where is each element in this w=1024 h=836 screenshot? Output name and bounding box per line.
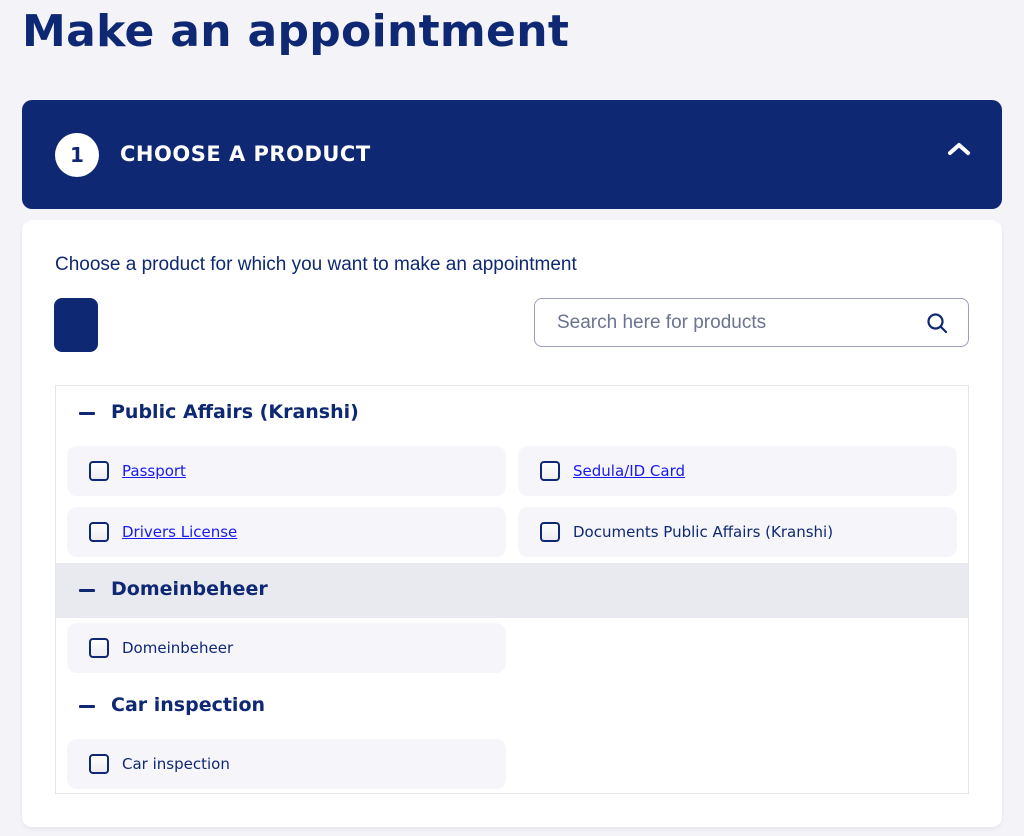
product-panel: Choose a product for which you want to m…: [22, 220, 1002, 827]
minus-icon: [79, 589, 95, 592]
product-item-documents-public-affairs[interactable]: Documents Public Affairs (Kranshi): [518, 507, 957, 557]
search-input[interactable]: [535, 299, 905, 346]
group-title: Car inspection: [111, 694, 266, 716]
product-link[interactable]: Drivers License: [122, 523, 237, 541]
product-list: Public Affairs (Kranshi) Passport Sedula…: [55, 385, 969, 794]
product-link[interactable]: Passport: [122, 462, 186, 480]
checkbox[interactable]: [89, 522, 109, 542]
group-header-domeinbeheer[interactable]: Domeinbeheer: [56, 563, 968, 618]
group-items: Passport Sedula/ID Card Drivers License …: [56, 441, 968, 563]
group-items: Car inspection: [56, 734, 968, 793]
step-title: CHOOSE A PRODUCT: [120, 142, 371, 166]
product-item-drivers-license[interactable]: Drivers License: [67, 507, 506, 557]
search-icon[interactable]: [926, 312, 948, 334]
product-group: Public Affairs (Kranshi) Passport Sedula…: [56, 386, 968, 563]
checkbox[interactable]: [89, 754, 109, 774]
filter-button[interactable]: [54, 298, 98, 352]
minus-icon: [79, 412, 95, 415]
page-title: Make an appointment: [22, 6, 570, 57]
checkbox[interactable]: [89, 461, 109, 481]
group-title: Public Affairs (Kranshi): [111, 401, 359, 423]
group-title: Domeinbeheer: [111, 578, 268, 600]
product-label: Car inspection: [122, 755, 230, 773]
checkbox[interactable]: [89, 638, 109, 658]
step-header-choose-product[interactable]: 1 CHOOSE A PRODUCT: [22, 100, 1002, 209]
product-item-sedula-id-card[interactable]: Sedula/ID Card: [518, 446, 957, 496]
group-header-car-inspection[interactable]: Car inspection: [56, 679, 968, 734]
product-label: Domeinbeheer: [122, 639, 234, 657]
product-link[interactable]: Sedula/ID Card: [573, 462, 685, 480]
intro-text: Choose a product for which you want to m…: [55, 254, 577, 275]
checkbox[interactable]: [540, 461, 560, 481]
product-group: Car inspection Car inspection: [56, 679, 968, 793]
product-item-domeinbeheer[interactable]: Domeinbeheer: [67, 623, 506, 673]
minus-icon: [79, 705, 95, 708]
chevron-up-icon[interactable]: [946, 138, 972, 160]
product-group: Domeinbeheer Domeinbeheer: [56, 563, 968, 679]
checkbox[interactable]: [540, 522, 560, 542]
step-number-badge: 1: [55, 133, 99, 177]
product-label: Documents Public Affairs (Kranshi): [573, 523, 834, 541]
group-header-public-affairs[interactable]: Public Affairs (Kranshi): [56, 386, 968, 441]
search-field[interactable]: [534, 298, 969, 347]
product-item-car-inspection[interactable]: Car inspection: [67, 739, 506, 789]
product-item-passport[interactable]: Passport: [67, 446, 506, 496]
group-items: Domeinbeheer: [56, 618, 968, 679]
